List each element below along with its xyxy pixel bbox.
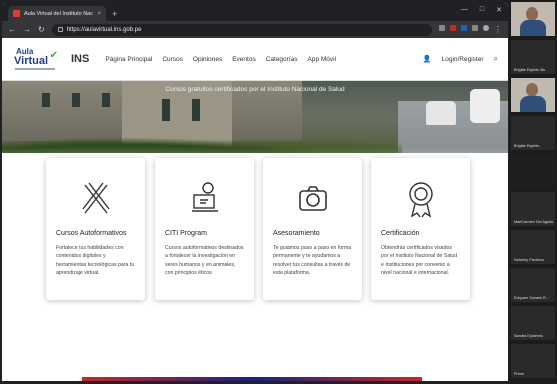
new-tab-icon[interactable]: + <box>112 9 117 19</box>
close-tab-icon[interactable]: × <box>97 11 101 17</box>
participant-body <box>520 20 546 36</box>
site-header: Aula Virtual ✔ INS Página Principal Curs… <box>2 38 508 81</box>
participant-name: Edquam Sonaes R... <box>514 296 550 300</box>
extension-icon[interactable] <box>439 25 445 31</box>
profile-icon[interactable] <box>483 25 489 31</box>
participant-name: Sandra Epidemio <box>514 334 544 338</box>
feature-card[interactable]: Certificación Obtendrás certificados vis… <box>371 158 470 300</box>
card-text: Te guiamos paso a paso en forma permanen… <box>273 245 352 276</box>
card-text: Cursos autoformativos destinados a forta… <box>165 245 244 276</box>
hero-tagline: Cursos gratuitos certificados por el Ins… <box>165 86 345 93</box>
footer-strip <box>82 377 422 381</box>
window-shape <box>162 99 170 121</box>
features-section: Cursos Autoformativos Fortalece tus habi… <box>2 153 508 381</box>
search-icon[interactable]: ⌕ <box>494 54 498 64</box>
window-shape <box>42 93 50 107</box>
participant-name: Brigitte Espiritu <box>514 144 540 148</box>
tab-bar: Aula Virtual del Instituto Nacion × + — … <box>2 3 508 21</box>
card-title: Cursos Autoformativos <box>56 230 127 237</box>
participants-panel: Brigitte Espiritu Bu Brigitte Espiritu M… <box>509 0 557 384</box>
extension-icon[interactable] <box>472 25 478 31</box>
participant-tile[interactable]: Brigitte Espiritu Bu <box>511 40 555 74</box>
participant-name: Prime <box>514 372 524 376</box>
login-register-link[interactable]: Login/Register <box>442 56 484 63</box>
forward-icon[interactable]: → <box>23 25 31 34</box>
back-icon[interactable]: ← <box>8 25 16 34</box>
nav-courses[interactable]: Cursos <box>162 56 183 63</box>
participant-name: Brigitte Espiritu Bu <box>514 68 546 72</box>
nav-opinions[interactable]: Opiniones <box>193 56 222 63</box>
window-shape <box>102 93 110 107</box>
user-icon: 👤 <box>422 56 432 63</box>
camera-icon <box>273 174 352 224</box>
nav-home[interactable]: Página Principal <box>105 56 152 63</box>
check-icon: ✔ <box>49 50 58 61</box>
participant-tile[interactable]: Edquam Sonaes R... <box>511 268 555 302</box>
participant-video[interactable] <box>511 2 555 36</box>
card-text: Obtendrás certificados visados por el In… <box>381 245 458 276</box>
feature-card[interactable]: Cursos Autoformativos Fortalece tus habi… <box>46 158 145 300</box>
reload-icon[interactable]: ↻ <box>38 25 45 34</box>
screen: Aula Virtual del Instituto Nacion × + — … <box>0 0 557 384</box>
site-logo[interactable]: Aula Virtual ✔ INS <box>12 44 89 74</box>
tab-title: Aula Virtual del Instituto Nacion <box>24 10 94 17</box>
feature-card[interactable]: CITI Program Cursos autoformativos desti… <box>155 158 254 300</box>
extension-icon[interactable] <box>450 25 456 31</box>
card-title: Asesoramiento <box>273 230 320 237</box>
address-bar: ← → ↻ https://aulavirtual.ins.gob.pe ⋮ <box>2 21 508 38</box>
window-shape <box>72 93 80 107</box>
menu-icon[interactable]: ⋮ <box>494 25 502 34</box>
participant-name: MariCarmen Del Aguila <box>514 220 554 224</box>
browser-tab[interactable]: Aula Virtual del Instituto Nacion × <box>8 6 106 21</box>
nav-events[interactable]: Eventos <box>232 56 256 63</box>
card-text: Fortalece tus habilidades con contenidos… <box>56 245 135 276</box>
extension-icon[interactable] <box>461 25 467 31</box>
participant-tile[interactable] <box>511 154 555 188</box>
nav-mobile-app[interactable]: App Móvil <box>308 56 337 63</box>
feature-card[interactable]: Asesoramiento Te guiamos paso a paso en … <box>263 158 362 300</box>
participant-name: Nohemy Pacheco <box>514 258 544 262</box>
url-text: https://aulavirtual.ins.gob.pe <box>66 26 142 33</box>
nav-categories[interactable]: Categorías <box>266 56 298 63</box>
maximize-icon[interactable]: □ <box>480 6 484 14</box>
card-title: Certificación <box>381 230 420 237</box>
ins-logo-text: INS <box>71 53 90 65</box>
participant-body <box>520 96 546 112</box>
favicon-icon <box>13 10 20 17</box>
participant-tile[interactable]: Sandra Epidemio <box>511 306 555 340</box>
browser-window: Aula Virtual del Instituto Nacion × + — … <box>2 3 508 381</box>
main-nav: Página Principal Cursos Opiniones Evento… <box>105 56 336 63</box>
participant-face <box>526 83 538 97</box>
participant-video[interactable] <box>511 78 555 112</box>
card-title: CITI Program <box>165 230 208 237</box>
participant-face <box>526 7 538 21</box>
minimize-icon[interactable]: — <box>461 6 468 14</box>
car-image <box>426 101 456 125</box>
lock-icon <box>57 27 63 32</box>
window-controls: — □ ✕ <box>461 6 502 14</box>
logo-virtual-text: Virtual <box>14 55 49 67</box>
logo-underline <box>15 68 55 70</box>
pencil-ruler-icon <box>56 174 135 224</box>
window-shape <box>192 99 200 121</box>
car-image <box>470 89 500 123</box>
login-area: 👤 Login/Register ⌕ <box>423 54 498 64</box>
participant-tile[interactable]: MariCarmen Del Aguila <box>511 192 555 226</box>
award-medal-icon <box>381 174 460 224</box>
url-field[interactable]: https://aulavirtual.ins.gob.pe <box>51 23 432 36</box>
close-window-icon[interactable]: ✕ <box>496 6 502 14</box>
participant-tile[interactable]: Brigitte Espiritu <box>511 116 555 150</box>
participant-tile[interactable]: Prime <box>511 344 555 378</box>
participant-tile[interactable]: Nohemy Pacheco <box>511 230 555 264</box>
extensions: ⋮ <box>439 25 502 34</box>
computer-user-icon <box>165 174 244 224</box>
aula-virtual-logo: Aula Virtual ✔ <box>12 44 60 74</box>
